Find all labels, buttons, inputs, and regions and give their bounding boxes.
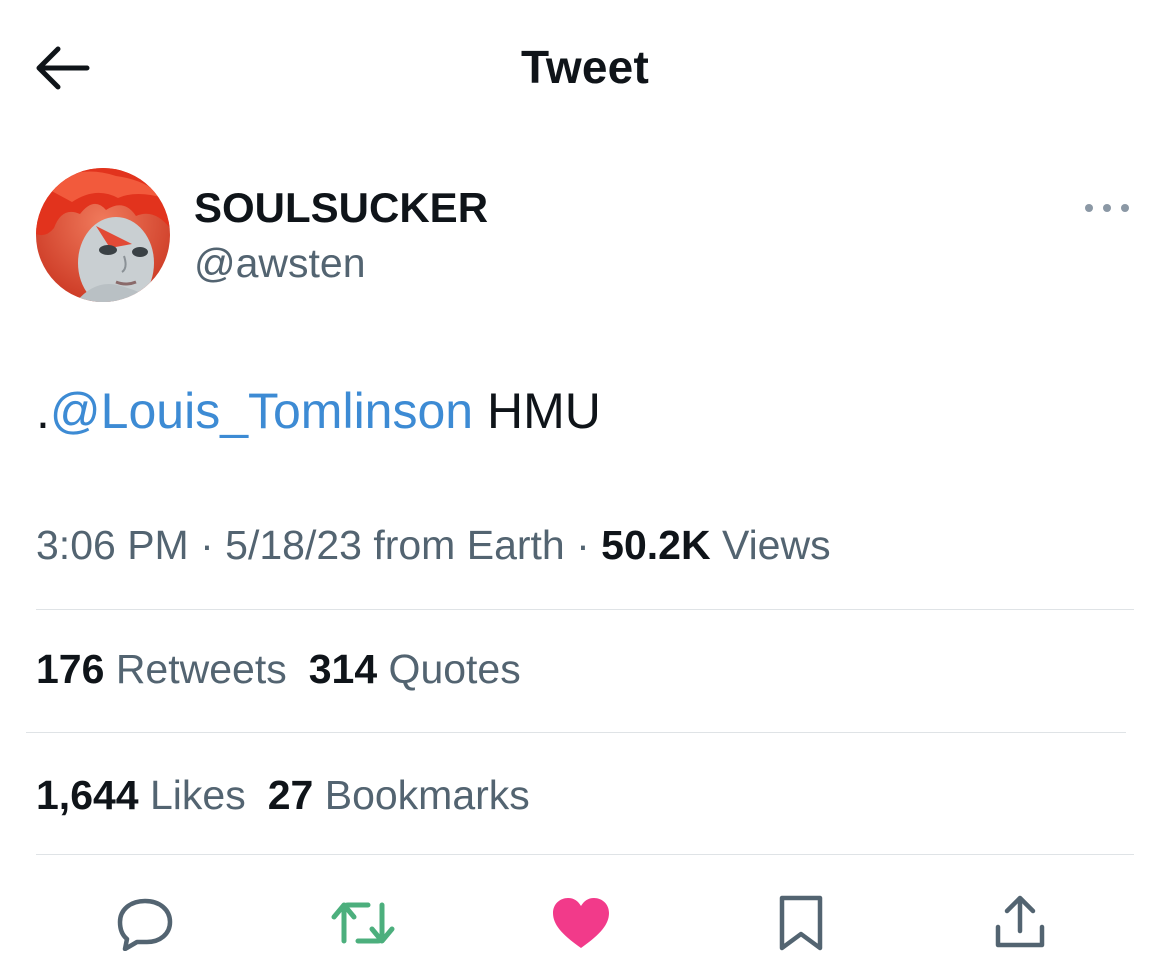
share-button[interactable] bbox=[985, 888, 1055, 958]
bookmarks-label: Bookmarks bbox=[313, 772, 530, 818]
tweet-time[interactable]: 3:06 PM bbox=[36, 522, 189, 568]
avatar[interactable] bbox=[36, 168, 170, 302]
reply-icon bbox=[117, 898, 173, 951]
like-button[interactable] bbox=[546, 888, 616, 958]
likes-label: Likes bbox=[138, 772, 246, 818]
action-bar bbox=[0, 878, 1170, 968]
divider bbox=[36, 854, 1134, 855]
tweet-text-suffix: HMU bbox=[473, 383, 601, 439]
more-horizontal-icon bbox=[1085, 204, 1129, 212]
retweet-icon bbox=[331, 902, 395, 944]
tweet-text: .@Louis_Tomlinson HMU bbox=[36, 380, 601, 442]
meta-separator: · bbox=[564, 522, 602, 568]
page-title: Tweet bbox=[521, 41, 649, 93]
quotes-label: Quotes bbox=[377, 646, 521, 692]
meta-separator: · bbox=[188, 522, 226, 568]
tweet-date[interactable]: 5/18/23 bbox=[225, 522, 362, 568]
tweet-text-prefix: . bbox=[36, 383, 50, 439]
quotes-stat[interactable]: 314 Quotes bbox=[309, 646, 521, 693]
more-options-button[interactable] bbox=[1080, 190, 1134, 226]
bookmark-button[interactable] bbox=[766, 888, 836, 958]
top-bar: Tweet bbox=[0, 0, 1170, 135]
retweets-stat[interactable]: 176 Retweets bbox=[36, 646, 287, 693]
tweet-meta: 3:06 PM · 5/18/23 from Earth · 50.2K Vie… bbox=[36, 522, 831, 569]
stats-row-engagement: 1,644 Likes 27 Bookmarks bbox=[36, 772, 552, 819]
bookmarks-count: 27 bbox=[267, 772, 314, 818]
author-display-name[interactable]: SOULSUCKER bbox=[194, 184, 488, 232]
views-count: 50.2K bbox=[601, 522, 711, 568]
reply-button[interactable] bbox=[110, 888, 180, 958]
bookmarks-stat[interactable]: 27 Bookmarks bbox=[268, 772, 530, 819]
avatar-image bbox=[36, 168, 170, 302]
likes-count: 1,644 bbox=[36, 772, 139, 818]
tweet-source: from Earth bbox=[361, 522, 565, 568]
stats-row-shares: 176 Retweets 314 Quotes bbox=[36, 646, 543, 693]
retweets-count: 176 bbox=[36, 646, 105, 692]
divider bbox=[36, 609, 1134, 610]
retweet-button[interactable] bbox=[328, 888, 398, 958]
divider bbox=[26, 732, 1126, 733]
mention-link[interactable]: @Louis_Tomlinson bbox=[50, 383, 473, 439]
heart-icon bbox=[553, 898, 609, 948]
bookmark-icon bbox=[779, 895, 823, 951]
share-icon bbox=[995, 895, 1045, 948]
quotes-count: 314 bbox=[308, 646, 378, 692]
author-handle[interactable]: @awsten bbox=[194, 240, 366, 287]
retweets-label: Retweets bbox=[104, 646, 287, 692]
views-label: Views bbox=[710, 522, 831, 568]
likes-stat[interactable]: 1,644 Likes bbox=[36, 772, 246, 819]
